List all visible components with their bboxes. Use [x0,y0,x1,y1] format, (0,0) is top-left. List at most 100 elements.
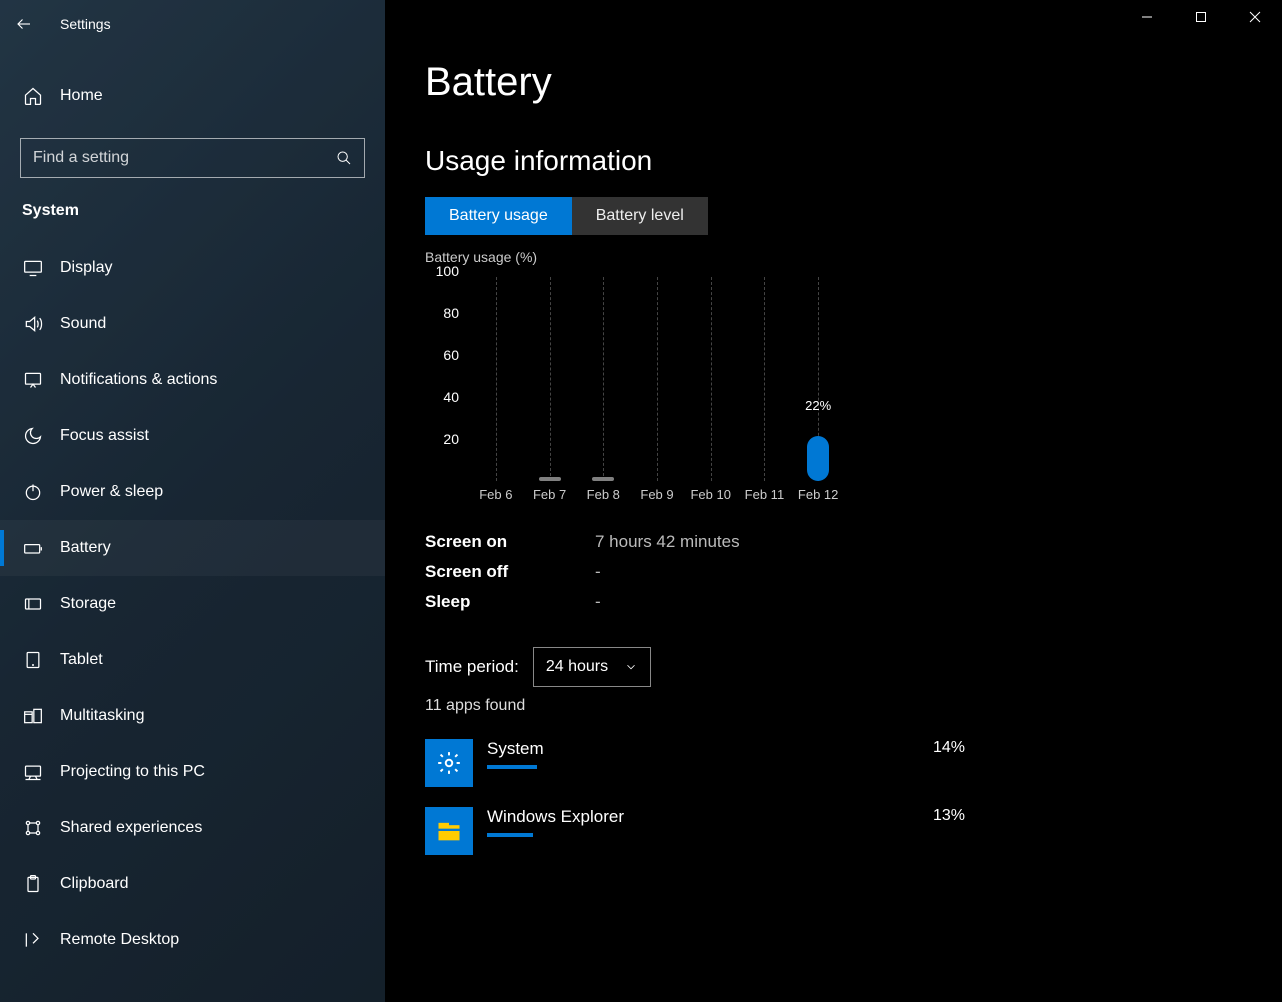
y-tick: 80 [443,305,459,321]
chart-bar [807,436,829,481]
app-list: System14%Windows Explorer13% [425,729,1242,865]
x-tick: Feb 11 [745,487,785,502]
y-tick: 40 [443,389,459,405]
sidebar-item-tablet[interactable]: Tablet [0,632,385,688]
app-row[interactable]: System14% [425,729,965,797]
sidebar-item-clipboard[interactable]: Clipboard [0,856,385,912]
y-tick: 100 [436,263,459,279]
sidebar-item-display[interactable]: Display [0,240,385,296]
remote-icon [22,930,44,950]
sidebar-item-sound[interactable]: Sound [0,296,385,352]
sidebar-item-label: Storage [60,595,116,613]
usage-stats: Screen on 7 hours 42 minutes Screen off … [425,527,1242,617]
sidebar-item-label: Power & sleep [60,483,163,501]
chevron-down-icon [624,660,638,674]
multitasking-icon [22,706,44,726]
sidebar-item-label: Notifications & actions [60,371,217,389]
x-tick: Feb 7 [533,487,566,502]
chart-caption: Battery usage (%) [425,249,1242,265]
sidebar-item-label: Sound [60,315,106,333]
sidebar-item-storage[interactable]: Storage [0,576,385,632]
x-tick: Feb 8 [587,487,620,502]
back-button[interactable] [0,0,48,48]
tab-battery-level[interactable]: Battery level [572,197,708,235]
sidebar-item-power-sleep[interactable]: Power & sleep [0,464,385,520]
grid-line [657,277,658,481]
sidebar-item-projecting-to-this-pc[interactable]: Projecting to this PC [0,744,385,800]
window-title: Settings [60,16,111,32]
content: Battery Usage information Battery usageB… [385,40,1282,865]
sidebar-item-label: Remote Desktop [60,931,179,949]
tab-battery-usage[interactable]: Battery usage [425,197,572,235]
project-icon [22,762,44,782]
titlebar-left: Settings [0,0,385,48]
titlebar-right [385,0,1282,40]
moon-icon [22,426,44,446]
sidebar-item-focus-assist[interactable]: Focus assist [0,408,385,464]
x-tick: Feb 10 [690,487,730,502]
notifications-icon [22,370,44,390]
grid-line [711,277,712,481]
sidebar-item-label: Multitasking [60,707,144,725]
clipboard-icon [22,874,44,894]
page-title: Battery [425,60,1242,105]
app-icon [425,739,473,787]
sidebar-item-battery[interactable]: Battery [0,520,385,576]
section-title: Usage information [425,145,1242,177]
sidebar-item-multitasking[interactable]: Multitasking [0,688,385,744]
sidebar-section-label: System [0,178,385,230]
chart-bar [539,477,561,481]
time-period-label: Time period: [425,657,519,677]
sidebar-item-label: Focus assist [60,427,149,445]
x-tick: Feb 6 [479,487,512,502]
app-icon [425,807,473,855]
x-tick: Feb 12 [798,487,838,502]
sidebar-item-label: Clipboard [60,875,128,893]
minimize-button[interactable] [1120,0,1174,34]
time-period-value: 24 hours [546,658,608,676]
chart-bar [592,477,614,481]
app-name: System [487,739,933,759]
battery-icon [22,538,44,558]
sidebar-item-home[interactable]: Home [0,68,385,124]
stat-screen-off: Screen off - [425,557,1242,587]
app-name: Windows Explorer [487,807,933,827]
app-row[interactable]: Windows Explorer13% [425,797,965,865]
storage-icon [22,594,44,614]
shared-icon [22,818,44,838]
grid-line [764,277,765,481]
home-label: Home [60,87,103,105]
apps-found-label: 11 apps found [425,697,1242,715]
sidebar-nav: Display Sound Notifications & actions Focus… [0,240,385,968]
app-percent: 13% [933,807,965,825]
bar-value-label: 22% [805,398,831,417]
maximize-button[interactable] [1174,0,1228,34]
grid-line [496,277,497,481]
battery-usage-chart: 10080604020 22% Feb 6Feb 7Feb 8Feb 9Feb … [425,271,845,511]
app-percent: 14% [933,739,965,757]
y-tick: 60 [443,347,459,363]
sidebar-item-label: Shared experiences [60,819,202,837]
sidebar-item-label: Display [60,259,112,277]
search-input[interactable] [33,149,336,167]
stat-screen-on: Screen on 7 hours 42 minutes [425,527,1242,557]
home-icon [22,86,44,106]
tablet-icon [22,650,44,670]
sound-icon [22,314,44,334]
x-tick: Feb 9 [640,487,673,502]
search-box[interactable] [20,138,365,178]
sidebar-item-notifications-actions[interactable]: Notifications & actions [0,352,385,408]
sidebar: Settings Home System Display Sound Notific… [0,0,385,1002]
sidebar-item-label: Tablet [60,651,103,669]
time-period-row: Time period: 24 hours [425,647,1242,687]
sidebar-item-shared-experiences[interactable]: Shared experiences [0,800,385,856]
stat-sleep: Sleep - [425,587,1242,617]
sidebar-item-remote-desktop[interactable]: Remote Desktop [0,912,385,968]
grid-line [603,277,604,481]
time-period-dropdown[interactable]: 24 hours [533,647,651,687]
power-icon [22,482,44,502]
close-button[interactable] [1228,0,1282,34]
search-icon [336,150,352,166]
main: Battery Usage information Battery usageB… [385,0,1282,1002]
tabs: Battery usageBattery level [425,197,1242,235]
